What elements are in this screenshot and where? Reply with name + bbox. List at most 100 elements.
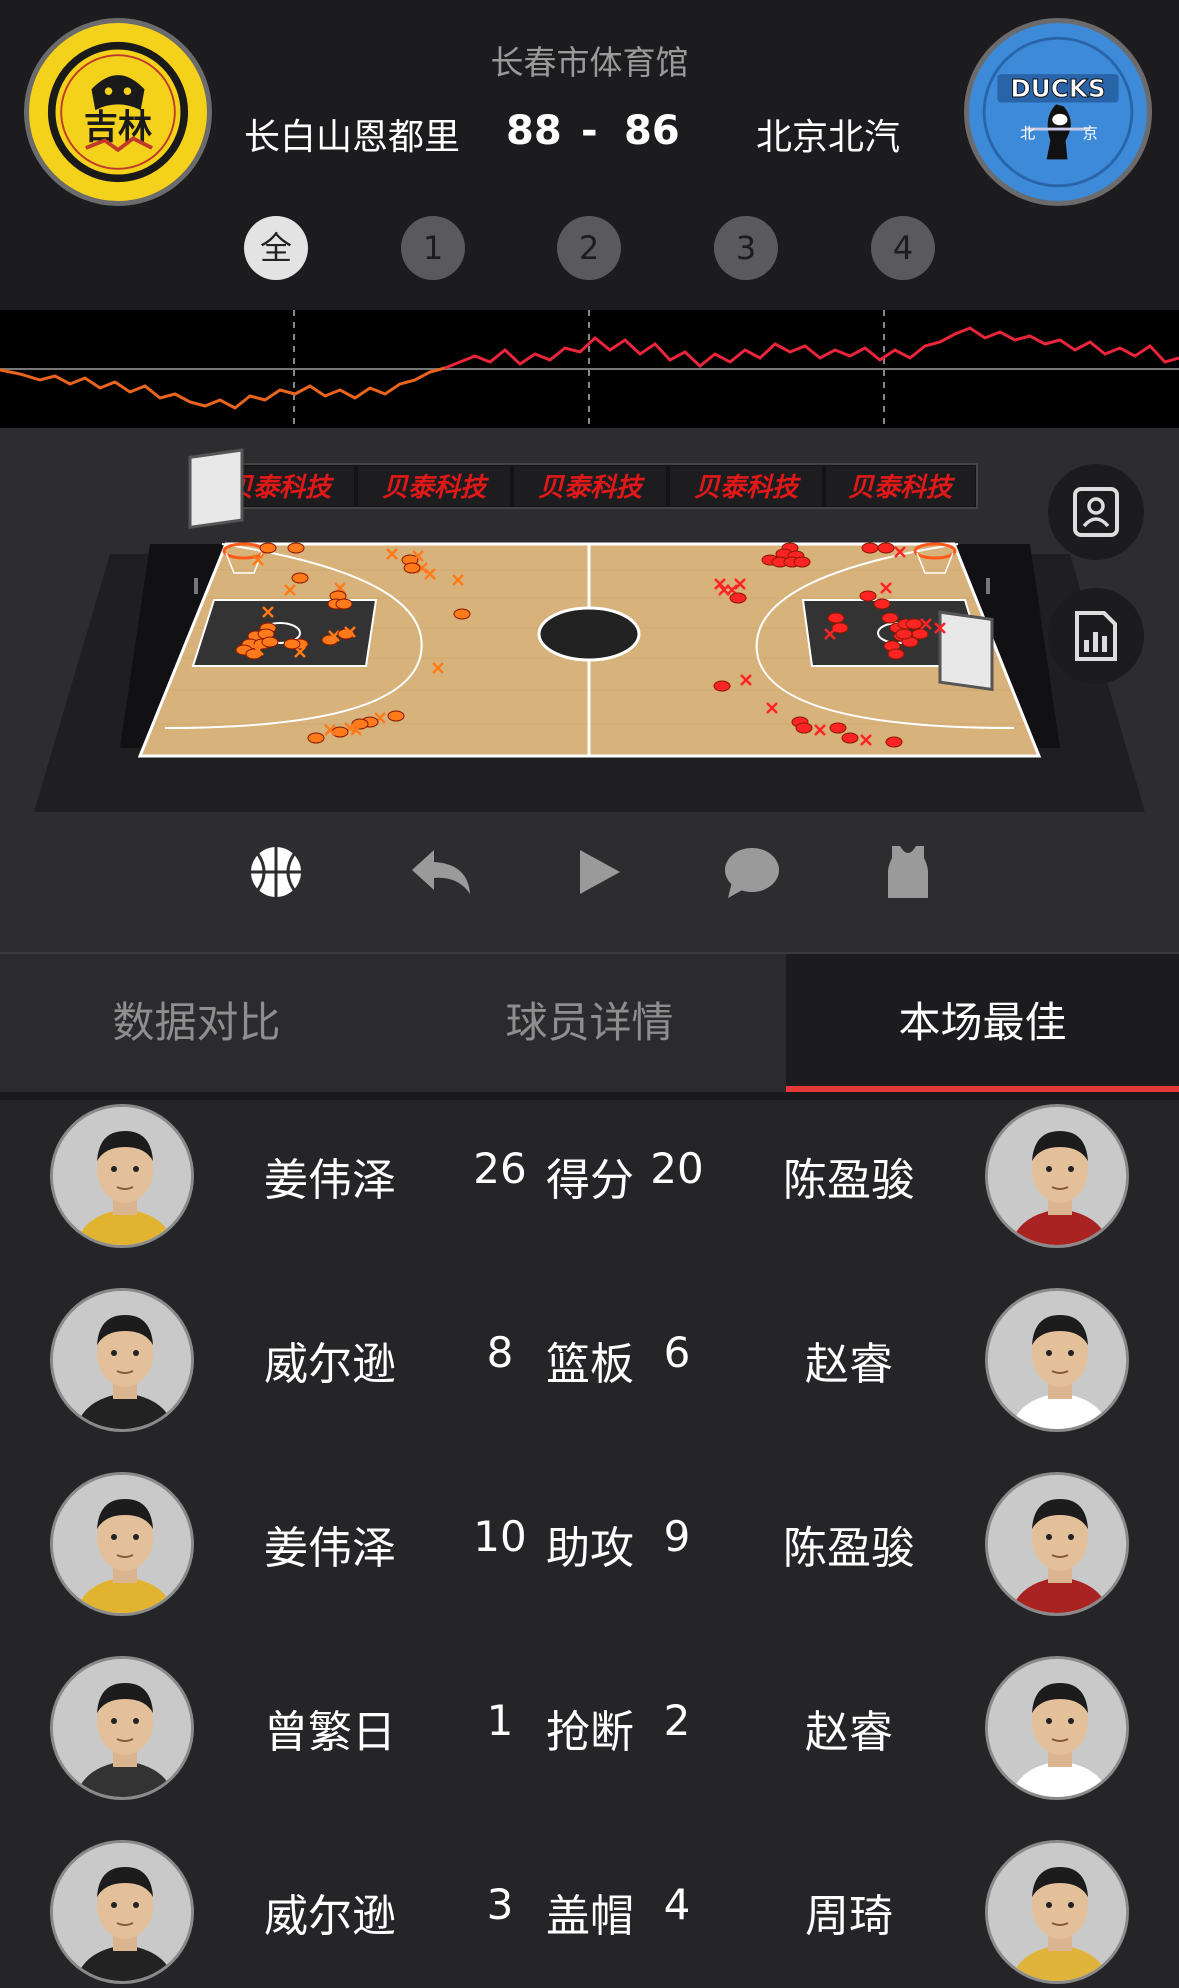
shot-chart-area: 贝泰科技 贝泰科技 贝泰科技 贝泰科技 贝泰科技 [0,428,1179,952]
leader-row[interactable]: 威尔逊 8 篮板 6 赵睿 [0,1288,1179,1472]
shot-chart-button[interactable] [246,842,306,902]
score-separator: - [581,108,598,154]
play-button[interactable] [572,842,632,902]
made-shot-marker [291,572,309,584]
made-shot-marker [831,622,849,634]
sponsor-boards: 贝泰科技 贝泰科技 贝泰科技 贝泰科技 贝泰科技 [201,463,978,509]
leader-row[interactable]: 姜伟泽 26 得分 20 陈盈骏 [0,1104,1179,1288]
home-team-name: 长白山恩都里 [244,117,461,158]
made-shot-marker [829,722,847,734]
away-player-name[interactable]: 赵睿 [749,1696,949,1760]
lineup-button[interactable] [878,842,938,902]
leader-row[interactable]: 曾繁日 1 抢断 2 赵睿 [0,1656,1179,1840]
quarter-tab-1[interactable]: 1 [401,216,465,280]
player-avatar-icon [988,1291,1126,1429]
home-player-name[interactable]: 威尔逊 [230,1880,430,1944]
made-shot-marker [873,598,891,610]
tab-label: 球员详情 [505,998,674,1047]
leader-row[interactable]: 威尔逊 3 盖帽 4 周琦 [0,1840,1179,1988]
play-icon [580,850,620,894]
sponsor-label: 贝泰科技 [382,473,490,503]
player-avatar-icon [988,1659,1126,1797]
tab-game-best[interactable]: 本场最佳 [786,954,1179,1094]
made-shot-marker [861,542,879,554]
away-player-avatar[interactable] [985,1656,1129,1800]
home-player-avatar[interactable] [50,1472,194,1616]
made-shot-marker [881,612,899,624]
quarter-tab-all[interactable]: 全 [244,216,308,280]
tab-data-compare[interactable]: 数据对比 [0,954,393,1094]
center-circle [537,606,641,662]
momentum-svg [0,310,1179,428]
away-stat-value: 4 [663,1880,691,1929]
made-shot-marker [283,638,301,650]
made-shot-marker [261,636,279,648]
player-avatar-icon [53,1475,191,1613]
away-player-name[interactable]: 陈盈骏 [749,1144,949,1208]
home-player-avatar[interactable] [50,1104,194,1248]
made-shot-marker [287,542,305,554]
stats-report-button[interactable] [1048,588,1144,684]
made-shot-marker [403,562,421,574]
away-score: 86 [624,108,680,154]
away-player-avatar[interactable] [985,1840,1129,1984]
away-stat-value: 2 [663,1696,691,1745]
away-stat-value: 6 [663,1328,691,1377]
home-player-name[interactable]: 姜伟泽 [230,1512,430,1576]
made-shot-marker [841,732,859,744]
score-momentum-chart [0,310,1179,428]
svg-text:京: 京 [1083,125,1098,143]
made-shot-marker [713,680,731,692]
home-player-name[interactable]: 曾繁日 [230,1696,430,1760]
made-shot-marker [859,590,877,602]
away-stat-value: 20 [650,1144,704,1193]
svg-text:北: 北 [1020,125,1035,143]
home-player-avatar[interactable] [50,1288,194,1432]
home-player-name[interactable]: 威尔逊 [230,1328,430,1392]
home-score: 88 [506,108,562,154]
game-header: 吉林 DUCKS 北 京 长春市体育馆 长白山恩都里 88 - 86 北京北汽 … [0,0,1179,310]
quarter-tab-3[interactable]: 3 [714,216,778,280]
made-shot-marker [453,608,471,620]
player-avatar-icon [53,1291,191,1429]
home-player-avatar[interactable] [50,1840,194,1984]
away-team-name: 北京北汽 [756,117,901,158]
away-player-avatar[interactable] [985,1288,1129,1432]
undo-icon [412,850,470,894]
away-player-avatar[interactable] [985,1472,1129,1616]
home-player-name[interactable]: 姜伟泽 [230,1144,430,1208]
sponsor-label: 贝泰科技 [538,473,646,503]
basketball-icon [251,847,301,897]
made-shot-marker [729,592,747,604]
comment-button[interactable] [722,842,782,902]
made-shot-marker [795,722,813,734]
away-player-name[interactable]: 周琦 [749,1880,949,1944]
tab-divider [0,1092,1179,1100]
venue-name: 长春市体育馆 [490,43,689,82]
home-player-avatar[interactable] [50,1656,194,1800]
away-player-name[interactable]: 赵睿 [749,1328,949,1392]
player-avatar-icon [988,1475,1126,1613]
quarter-tab-2[interactable]: 2 [557,216,621,280]
detail-tabs: 数据对比 球员详情 本场最佳 [0,952,1179,1094]
leader-row[interactable]: 姜伟泽 10 助攻 9 陈盈骏 [0,1472,1179,1656]
tab-label: 本场最佳 [898,998,1067,1047]
replay-back-button[interactable] [408,842,470,902]
sponsor-label: 贝泰科技 [848,473,956,503]
player-avatar-icon [53,1107,191,1245]
player-avatar-icon [988,1107,1126,1245]
stats-report-icon [1075,611,1117,661]
player-card-button[interactable] [1048,464,1144,560]
comment-icon [725,848,779,898]
quarter-tab-4[interactable]: 4 [871,216,935,280]
made-shot-marker [827,612,845,624]
player-avatar-icon [53,1843,191,1981]
made-shot-marker [905,618,923,630]
away-player-name[interactable]: 陈盈骏 [749,1512,949,1576]
away-player-avatar[interactable] [985,1104,1129,1248]
player-card-icon [1073,487,1119,537]
jersey-icon [888,846,928,898]
sponsor-label: 贝泰科技 [694,473,802,503]
tab-player-details[interactable]: 球员详情 [393,954,786,1094]
made-shot-marker [259,542,277,554]
